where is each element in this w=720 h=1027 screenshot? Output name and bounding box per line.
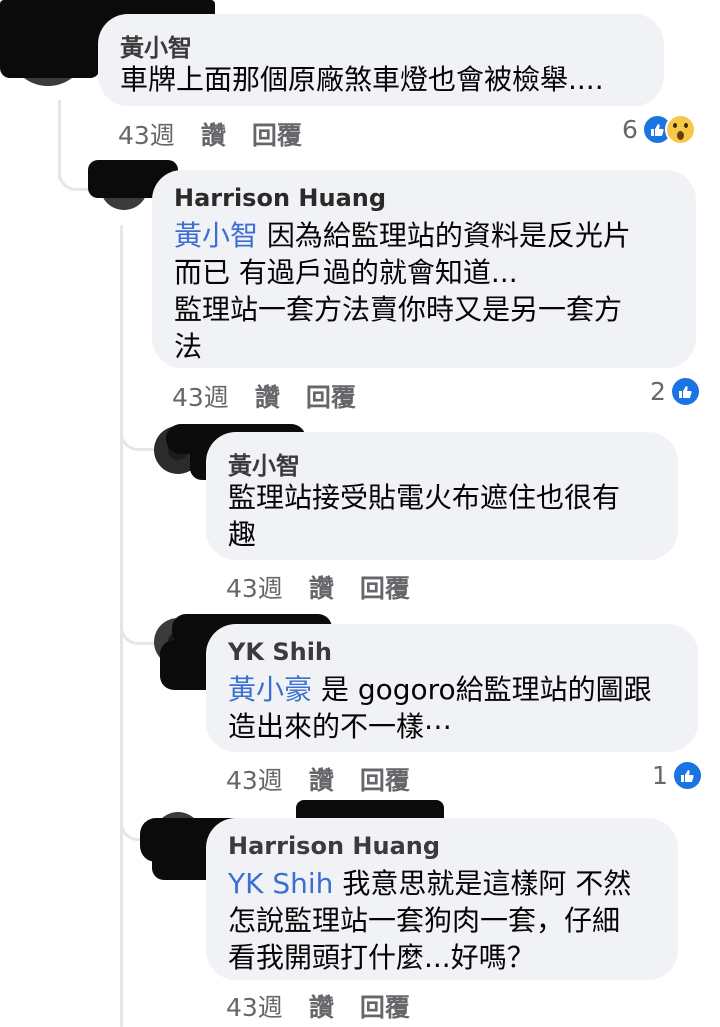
like-button[interactable]: 讚 — [309, 766, 334, 795]
like-button[interactable]: 讚 — [309, 574, 334, 603]
comment-line: 怎說監理站一套狗肉一套，仔細 — [228, 904, 621, 937]
comment-line: 法 — [174, 330, 203, 363]
wow-icon — [664, 114, 696, 145]
comment-line-text: 因為給監理站的資料是反光片 — [266, 219, 631, 252]
comment-line: 監理站一套方法賣你時又是另一套方 — [174, 293, 623, 326]
comment-actions: 43週讚回覆 — [118, 116, 328, 152]
comment-line: 看我開頭打什麼...好嗎？ — [228, 941, 535, 974]
reply-button[interactable]: 回覆 — [360, 574, 410, 603]
like-button[interactable]: 讚 — [255, 383, 280, 412]
comment-bubble: YK Shih 黃小豪 是 gogoro給監理站的圖跟 造出來的不一樣⋯ — [206, 624, 698, 752]
comment-timestamp[interactable]: 43週 — [172, 383, 229, 412]
comment-text: YK Shih 我意思就是這樣阿 不然 怎說監理站一套狗肉一套，仔細 看我開頭打… — [228, 865, 631, 976]
comment-bubble: Harrison Huang 黃小智 因為給監理站的資料是反光片 而已 有過戶過… — [152, 170, 696, 368]
reply-button[interactable]: 回覆 — [306, 383, 356, 412]
comment-author[interactable]: 黃小智 — [120, 28, 192, 63]
comment-line: 車牌上面那個原廠煞車燈也會被檢舉.... — [120, 63, 604, 96]
mention-link[interactable]: 黃小豪 — [228, 673, 312, 706]
comment-bubble: Harrison Huang YK Shih 我意思就是這樣阿 不然 怎說監理站… — [206, 818, 678, 980]
comment-actions: 43週讚回覆 — [226, 761, 436, 797]
reply-button[interactable]: 回覆 — [360, 766, 410, 795]
reaction-count: 6 — [622, 115, 638, 144]
comment-author[interactable]: 黃小智 — [228, 446, 300, 481]
comment-timestamp[interactable]: 43週 — [226, 766, 283, 795]
comment-line: 黃小豪 是 gogoro給監理站的圖跟 — [228, 671, 652, 708]
reaction-count: 2 — [650, 377, 666, 406]
comment-text: 監理站接受貼電火布遮住也很有 趣 — [228, 479, 620, 553]
comment-text: 黃小智 因為給監理站的資料是反光片 而已 有過戶過的就會知道... 監理站一套方… — [174, 217, 631, 365]
redaction-mark — [0, 10, 100, 78]
reaction-summary[interactable]: 1 — [652, 760, 703, 791]
reaction-count: 1 — [652, 761, 668, 790]
reply-button[interactable]: 回覆 — [252, 121, 302, 150]
comment-line-text: 我意思就是這樣阿 不然 — [342, 867, 632, 900]
mention-link[interactable]: YK Shih — [228, 867, 333, 900]
like-icon — [669, 376, 701, 407]
comment-line: 而已 有過戶過的就會知道... — [174, 256, 518, 289]
comment-author[interactable]: Harrison Huang — [174, 184, 386, 212]
comment-timestamp[interactable]: 43週 — [118, 121, 175, 150]
comment-actions: 43週讚回覆 — [226, 988, 436, 1024]
reply-button[interactable]: 回覆 — [360, 993, 410, 1022]
comment-text: 黃小豪 是 gogoro給監理站的圖跟 造出來的不一樣⋯ — [228, 671, 652, 745]
reaction-summary[interactable]: 6 — [622, 114, 696, 145]
like-button[interactable]: 讚 — [309, 993, 334, 1022]
comment-actions: 43週讚回覆 — [226, 569, 436, 605]
comment-author[interactable]: Harrison Huang — [228, 832, 440, 860]
comment-line: YK Shih 我意思就是這樣阿 不然 — [228, 865, 631, 902]
like-icon — [671, 760, 703, 791]
comment-bubble: 黃小智 監理站接受貼電火布遮住也很有 趣 — [206, 432, 678, 560]
comment-actions: 43週讚回覆 — [172, 378, 382, 414]
comment-timestamp[interactable]: 43週 — [226, 574, 283, 603]
comment-timestamp[interactable]: 43週 — [226, 993, 283, 1022]
comment-line: 監理站接受貼電火布遮住也很有 — [228, 481, 621, 514]
comment-line: 造出來的不一樣⋯ — [228, 710, 453, 743]
comment-line: 趣 — [228, 518, 257, 551]
comment-bubble: 黃小智 車牌上面那個原廠煞車燈也會被檢舉.... — [98, 14, 664, 106]
comment-author[interactable]: YK Shih — [228, 638, 332, 666]
comment-text: 車牌上面那個原廠煞車燈也會被檢舉.... — [120, 61, 604, 98]
comment-line-text: 是 gogoro給監理站的圖跟 — [320, 673, 652, 706]
reaction-summary[interactable]: 2 — [650, 376, 701, 407]
like-button[interactable]: 讚 — [201, 121, 226, 150]
mention-link[interactable]: 黃小智 — [174, 219, 258, 252]
comment-line: 黃小智 因為給監理站的資料是反光片 — [174, 217, 631, 254]
